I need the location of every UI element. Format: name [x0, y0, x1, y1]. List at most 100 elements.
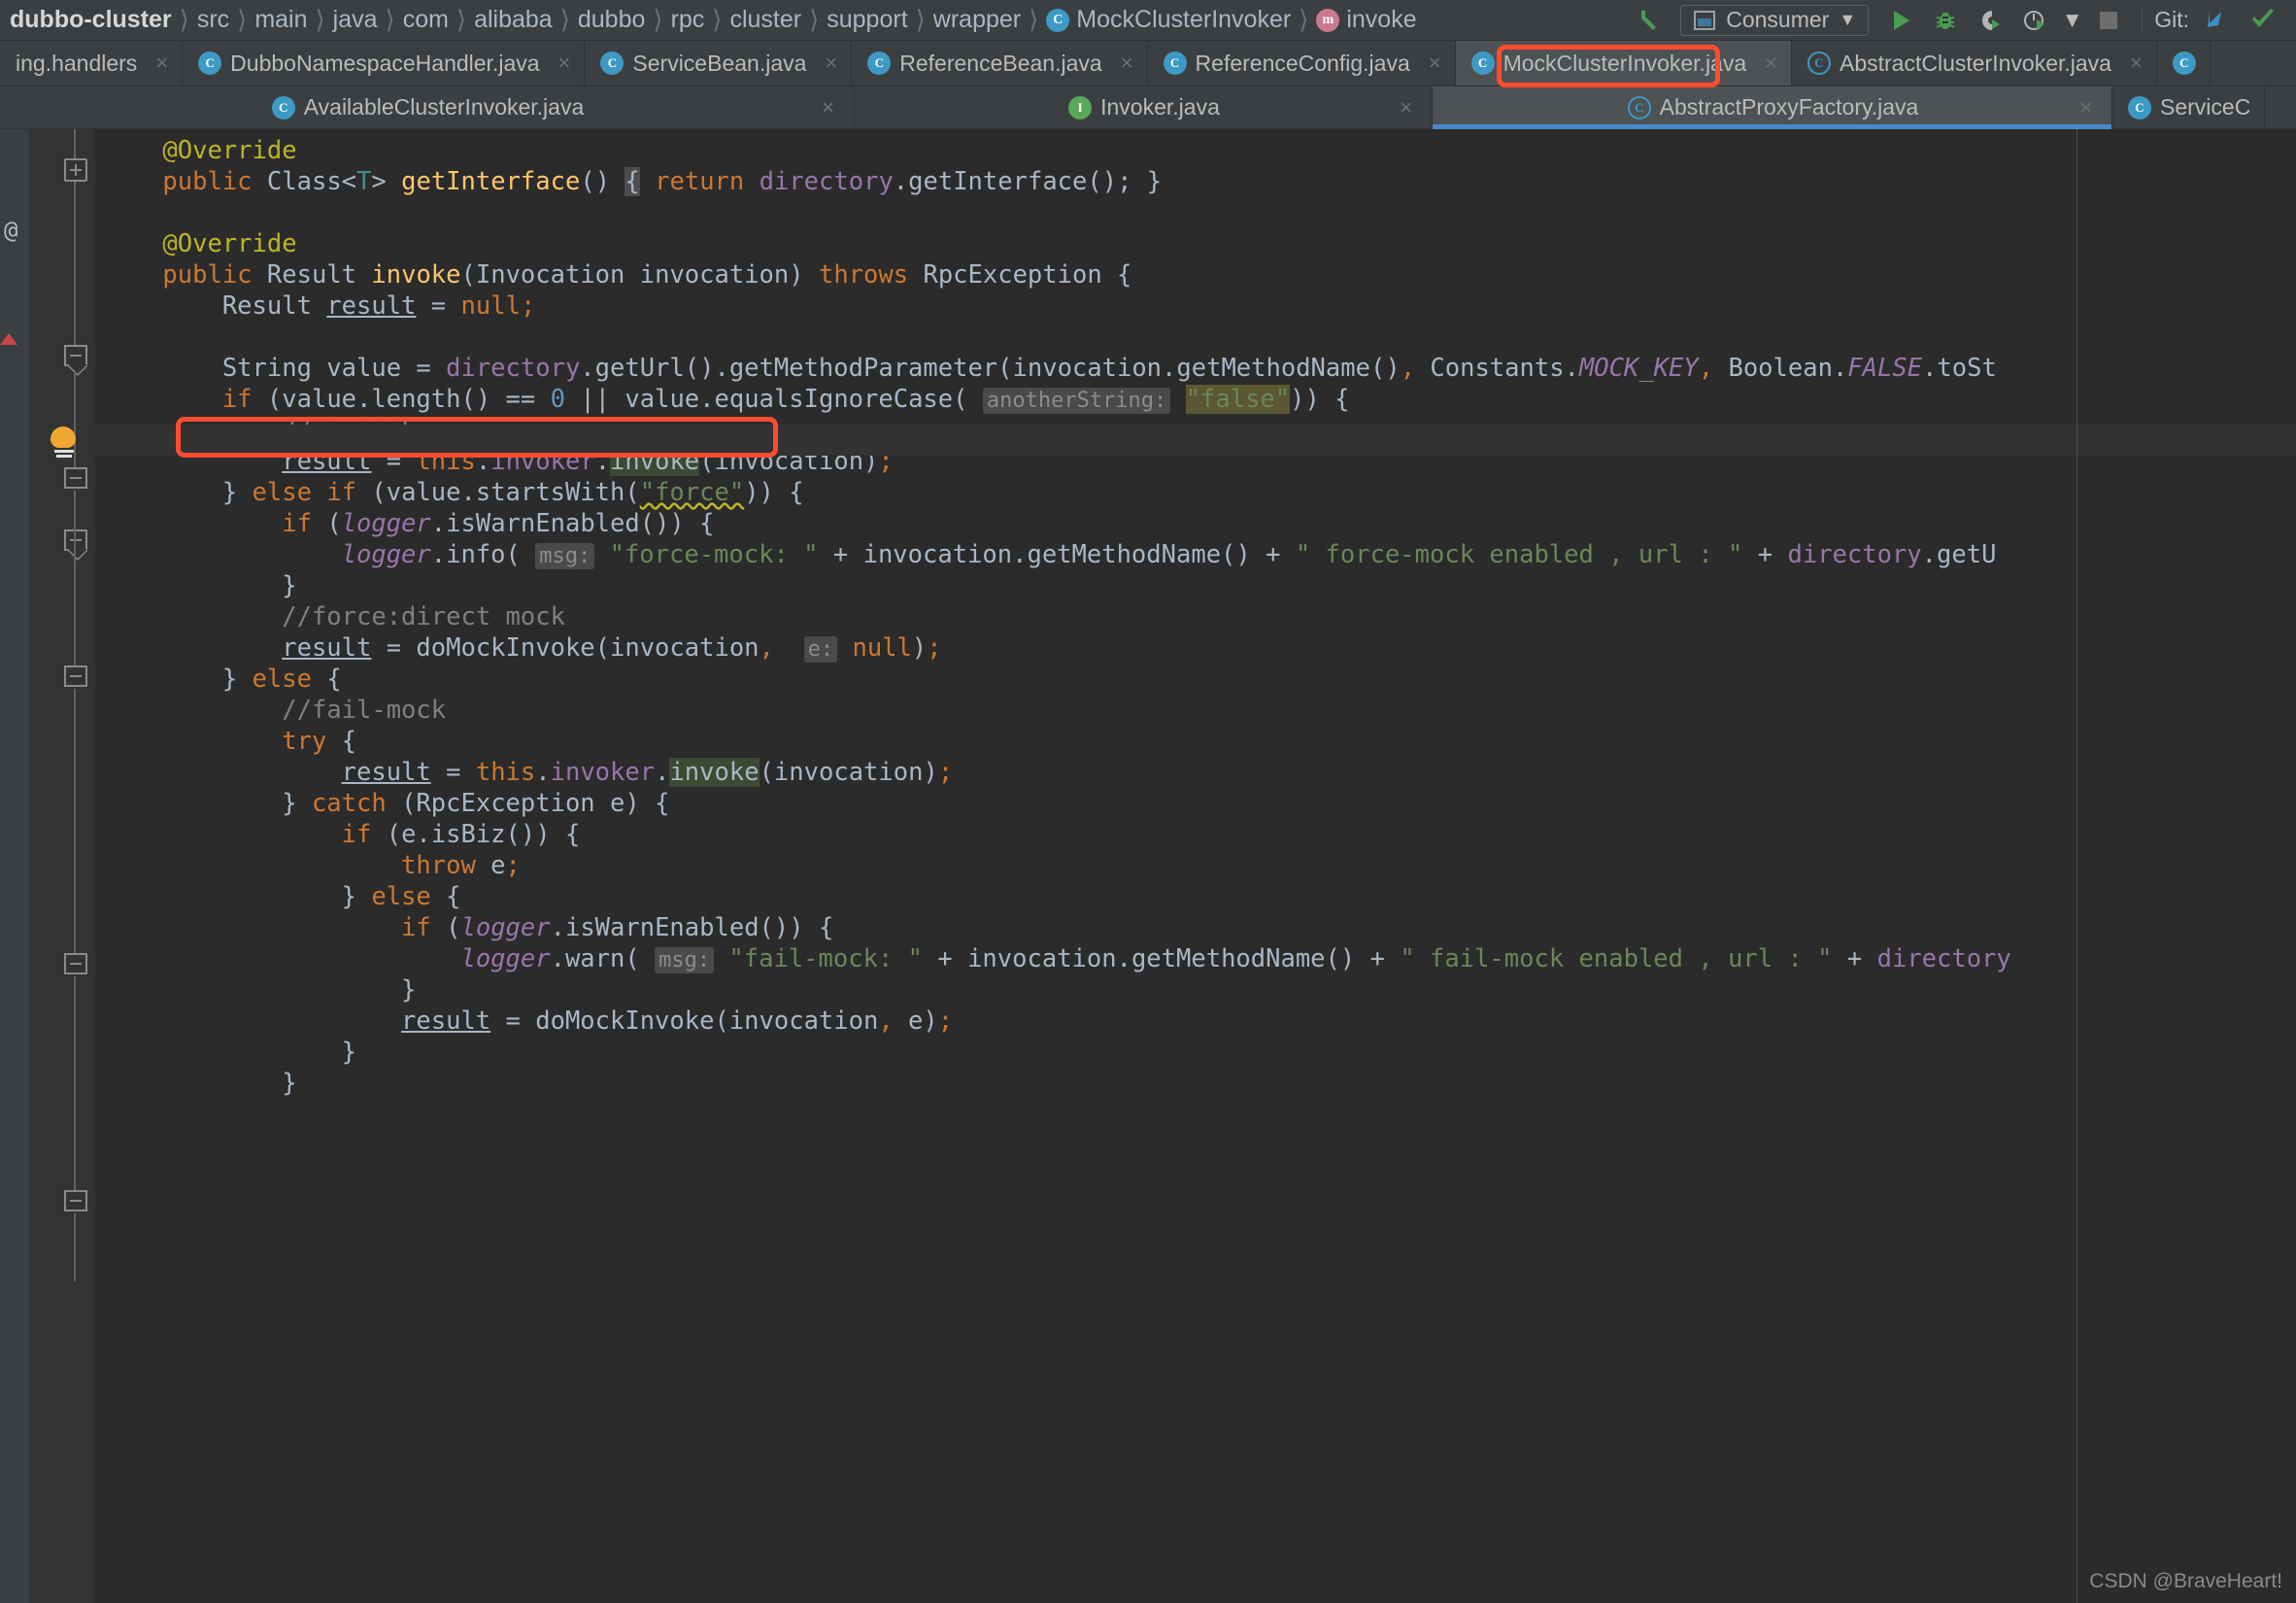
- fold-collapse-icon[interactable]: [64, 345, 87, 366]
- code-line: result = this.invoker.invoke(invocation)…: [341, 758, 954, 787]
- fold-collapse-icon[interactable]: [64, 529, 87, 551]
- breadcrumb-item-wrapper[interactable]: wrapper: [929, 6, 1025, 34]
- run-configuration-selector[interactable]: Consumer ▼: [1680, 4, 1870, 36]
- breadcrumb-separator-icon: ⟩: [915, 5, 926, 34]
- editor-fold-gutter[interactable]: [29, 129, 95, 1603]
- close-icon[interactable]: ×: [1765, 51, 1777, 76]
- breadcrumb-item-cluster[interactable]: cluster: [726, 6, 805, 34]
- breadcrumb-item-alibaba[interactable]: alibaba: [470, 6, 557, 34]
- debug-button[interactable]: [1923, 0, 1968, 41]
- tab-label: Invoker.java: [1100, 94, 1220, 119]
- editor-tabs-row-2: C AvailableClusterInvoker.java × I Invok…: [0, 86, 2296, 129]
- breadcrumb-separator-icon: ⟩: [315, 5, 325, 34]
- editor-tab-abstractproxyfactory[interactable]: C AbstractProxyFactory.java ×: [1433, 86, 2112, 129]
- editor-tab-dubbonamespacehandler[interactable]: C DubboNamespaceHandler.java ×: [183, 41, 586, 85]
- close-icon[interactable]: ×: [1121, 51, 1133, 76]
- fold-region-line: [74, 976, 76, 1200]
- breadcrumb-item-rpc[interactable]: rpc: [667, 6, 709, 34]
- code-line: }: [282, 1069, 297, 1098]
- code-line: try {: [282, 727, 357, 756]
- breadcrumb-class-label: MockClusterInvoker: [1076, 6, 1292, 33]
- close-icon[interactable]: ×: [1429, 51, 1441, 76]
- breadcrumb-item-module[interactable]: dubbo-cluster: [6, 6, 176, 34]
- breadcrumb-item-method[interactable]: m invoke: [1312, 6, 1420, 34]
- close-icon[interactable]: ×: [825, 51, 837, 76]
- editor-tab-invoker[interactable]: I Invoker.java ×: [855, 86, 1433, 128]
- breadcrumb-item-support[interactable]: support: [823, 6, 911, 34]
- fold-region-line: [74, 372, 76, 479]
- stop-button[interactable]: [2087, 0, 2130, 41]
- code-content[interactable]: @Override public Class<T> getInterface()…: [95, 129, 2296, 1603]
- intellij-idea-window: dubbo-cluster ⟩ src ⟩ main ⟩ java ⟩ com …: [0, 0, 2296, 1603]
- source-code[interactable]: @Override public Class<T> getInterface()…: [95, 129, 2296, 1099]
- git-commit-button[interactable]: [2240, 0, 2286, 41]
- error-stripe-marker-icon: [0, 333, 17, 345]
- fold-collapse-icon[interactable]: [64, 1190, 87, 1211]
- close-icon[interactable]: ×: [558, 51, 571, 76]
- editor-tab-availableclusterinvoker[interactable]: C AvailableClusterInvoker.java ×: [0, 86, 855, 128]
- tab-label: ReferenceConfig.java: [1195, 50, 1410, 76]
- code-line: }: [401, 975, 417, 1005]
- fold-collapse-icon[interactable]: [64, 953, 87, 974]
- main-toolbar: Consumer ▼ ▼ Git:: [1624, 0, 2296, 40]
- editor-annotation-gutter[interactable]: @: [0, 129, 29, 1603]
- close-icon[interactable]: ×: [2079, 95, 2092, 120]
- class-icon: C: [1046, 8, 1070, 32]
- breadcrumb-item-com[interactable]: com: [399, 6, 453, 34]
- git-update-icon: [2208, 9, 2221, 27]
- fold-region-line: [74, 491, 76, 685]
- run-with-coverage-button[interactable]: [1968, 0, 2012, 41]
- code-line: result = doMockInvoke(invocation, e);: [401, 1006, 954, 1036]
- back-arrow-icon: [1641, 10, 1657, 30]
- editor-tab-servicebean[interactable]: C ServiceBean.java ×: [585, 41, 853, 85]
- profiler-button[interactable]: [2012, 0, 2057, 41]
- editor-tab-servicec-partial[interactable]: C ServiceC: [2112, 86, 2266, 128]
- git-label: Git:: [2154, 7, 2189, 32]
- git-update-button[interactable]: [2193, 0, 2240, 41]
- breadcrumb-separator-icon: ⟩: [237, 5, 248, 34]
- close-icon[interactable]: ×: [822, 95, 834, 120]
- editor-tab-referenceconfig[interactable]: C ReferenceConfig.java ×: [1147, 41, 1456, 85]
- close-icon[interactable]: ×: [2130, 51, 2143, 76]
- code-editor[interactable]: @ @Override public Class<T> getInterface…: [0, 129, 2296, 1603]
- code-line: } else {: [221, 665, 342, 694]
- editor-tab-referencebean[interactable]: C ReferenceBean.java ×: [852, 41, 1148, 85]
- breadcrumb-item-main[interactable]: main: [251, 6, 311, 34]
- class-icon: C: [600, 51, 625, 75]
- profiler-dropdown[interactable]: ▼: [2057, 0, 2087, 41]
- code-line: public Result invoke(Invocation invocati…: [162, 260, 1132, 290]
- stop-icon: [2100, 11, 2118, 29]
- editor-tab-ing-handlers[interactable]: ing.handlers ×: [0, 41, 184, 85]
- breadcrumb-separator-icon: ⟩: [712, 5, 723, 34]
- code-line: }: [282, 571, 297, 600]
- code-line: logger.warn( msg: "fail-mock: " + invoca…: [460, 944, 2011, 973]
- code-line: String value = directory.getUrl().getMet…: [221, 354, 1997, 383]
- editor-tab-mockclusterinvoker[interactable]: C MockClusterInvoker.java ×: [1455, 41, 1792, 85]
- close-icon[interactable]: ×: [155, 51, 168, 76]
- tab-label: MockClusterInvoker.java: [1503, 50, 1747, 76]
- tab-label: ing.handlers: [16, 50, 138, 76]
- code-line: } else if (value.startsWith("force")) {: [221, 478, 804, 507]
- breadcrumb-item-class[interactable]: C MockClusterInvoker: [1042, 6, 1295, 34]
- breadcrumb-separator-icon: ⟩: [385, 5, 395, 34]
- breadcrumb-separator-icon: ⟩: [1029, 5, 1039, 34]
- lightbulb-intention-icon[interactable]: [51, 426, 78, 458]
- editor-tab-partial-right[interactable]: C: [2156, 41, 2211, 85]
- fold-collapse-icon[interactable]: [64, 665, 87, 687]
- tab-label: AvailableClusterInvoker.java: [303, 94, 585, 119]
- back-arrow-button[interactable]: [1624, 0, 1671, 41]
- fold-collapse-icon[interactable]: [64, 467, 87, 489]
- fold-expand-icon[interactable]: [64, 158, 87, 182]
- editor-tab-abstractclusterinvoker[interactable]: C AbstractClusterInvoker.java ×: [1792, 41, 2157, 85]
- code-line: throw e;: [401, 851, 521, 880]
- breadcrumb-separator-icon: ⟩: [653, 5, 663, 34]
- breadcrumb-item-java[interactable]: java: [329, 6, 382, 34]
- code-line: if (value.length() == 0 || value.equalsI…: [221, 385, 1350, 414]
- class-icon: C: [867, 51, 892, 75]
- breadcrumb-item-src[interactable]: src: [193, 6, 233, 34]
- run-button[interactable]: [1878, 0, 1923, 41]
- close-icon[interactable]: ×: [1400, 95, 1412, 120]
- breadcrumb-item-dubbo[interactable]: dubbo: [574, 6, 650, 34]
- tab-label: AbstractClusterInvoker.java: [1840, 50, 2111, 76]
